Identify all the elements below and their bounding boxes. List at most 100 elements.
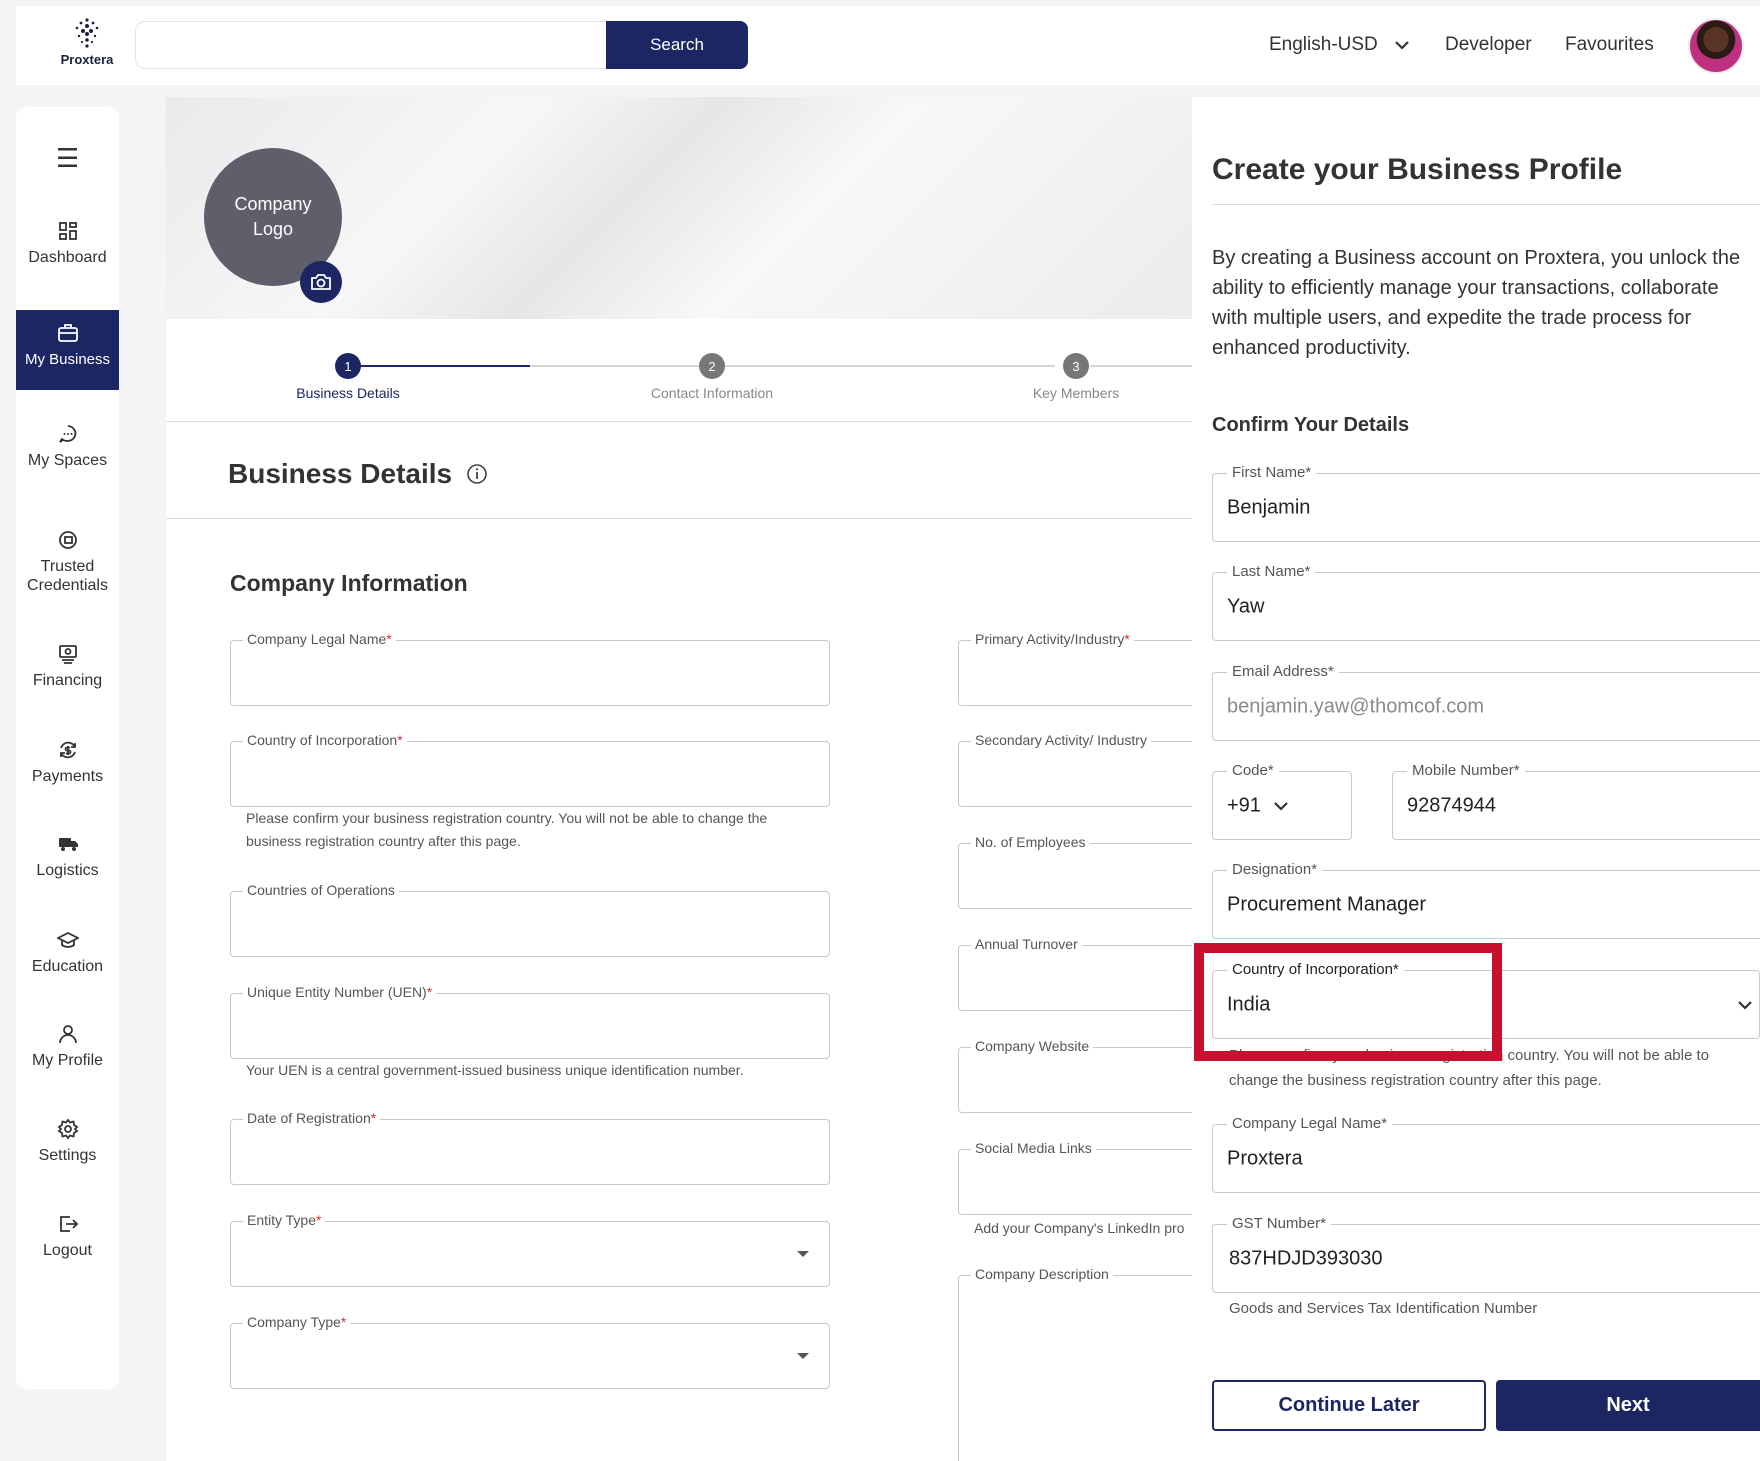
sidebar-item-label: Dashboard xyxy=(28,249,107,266)
step-3-label[interactable]: Key Members xyxy=(976,385,1176,401)
field-label: Secondary Activity/ Industry xyxy=(971,732,1151,748)
divider xyxy=(166,518,1196,519)
sidebar-item-settings[interactable]: Settings xyxy=(16,1118,119,1198)
step-2-dot[interactable]: 2 xyxy=(699,353,725,379)
sidebar-item-payments[interactable]: Payments xyxy=(16,739,119,819)
sidebar: ☰ Dashboard My Business My Spaces Truste… xyxy=(16,107,119,1389)
field-value: Benjamin xyxy=(1227,496,1311,518)
company-legal-name-field[interactable]: Company Legal Name* xyxy=(230,631,830,706)
mobile-number-field[interactable]: Mobile Number* 92874944 xyxy=(1392,762,1760,840)
section-title: Company Information xyxy=(230,570,468,596)
field-label: Last Name* xyxy=(1227,563,1316,580)
next-button[interactable]: Next xyxy=(1496,1380,1760,1431)
sidebar-item-my-business[interactable]: My Business xyxy=(16,310,119,390)
first-name-field[interactable]: First Name* Benjamin xyxy=(1212,464,1760,542)
step-1-label[interactable]: Business Details xyxy=(248,385,448,401)
uen-field[interactable]: Unique Entity Number (UEN)* xyxy=(230,984,830,1059)
chat-icon xyxy=(58,425,76,443)
field-label: Annual Turnover xyxy=(971,936,1082,952)
proxtera-logo[interactable]: Proxtera xyxy=(42,16,132,67)
field-label: Date of Registration* xyxy=(243,1110,381,1126)
annual-turnover-field[interactable]: Annual Turnover xyxy=(958,936,1218,1011)
field-label: Primary Activity/Industry* xyxy=(971,631,1134,647)
field-label: No. of Employees xyxy=(971,834,1090,850)
sidebar-item-label: My Business xyxy=(24,351,111,368)
designation-field[interactable]: Designation* Procurement Manager xyxy=(1212,861,1760,939)
payments-icon xyxy=(59,741,76,759)
field-label: Countries of Operations xyxy=(243,882,399,898)
sidebar-item-label: Logistics xyxy=(36,862,99,879)
sidebar-item-label: My Spaces xyxy=(27,452,108,469)
field-label: GST Number* xyxy=(1227,1215,1331,1232)
dropdown-arrow-icon xyxy=(797,1251,809,1257)
field-value: 837HDJD393030 xyxy=(1229,1247,1383,1269)
step-3-dot[interactable]: 3 xyxy=(1063,353,1089,379)
gst-number-field[interactable]: GST Number* 837HDJD393030 xyxy=(1212,1215,1760,1293)
continue-later-button[interactable]: Continue Later xyxy=(1212,1380,1486,1431)
proxtera-logo-icon xyxy=(75,18,99,48)
sidebar-item-label: Financing xyxy=(32,672,103,689)
sidebar-item-trusted-credentials[interactable]: Trusted Credentials xyxy=(16,529,119,619)
developer-link[interactable]: Developer xyxy=(1445,34,1532,56)
entity-type-select[interactable]: Entity Type* xyxy=(230,1212,830,1287)
sidebar-item-education[interactable]: Education xyxy=(16,929,119,1009)
field-label: Unique Entity Number (UEN)* xyxy=(243,984,437,1000)
field-label: Email Address* xyxy=(1227,663,1339,680)
gear-icon xyxy=(57,1118,78,1140)
field-label: Company Legal Name* xyxy=(243,631,396,647)
last-name-field[interactable]: Last Name* Yaw xyxy=(1212,563,1760,641)
company-type-select[interactable]: Company Type* xyxy=(230,1314,830,1389)
search-button[interactable]: Search xyxy=(606,21,748,69)
social-media-field[interactable]: Social Media Links xyxy=(958,1140,1218,1215)
graduation-cap-icon xyxy=(56,931,79,948)
step-2-label[interactable]: Contact Information xyxy=(612,385,812,401)
sidebar-item-logout[interactable]: Logout xyxy=(16,1213,119,1293)
sidebar-item-logistics[interactable]: Logistics xyxy=(16,833,119,913)
field-label: Designation* xyxy=(1227,861,1323,878)
date-of-registration-field[interactable]: Date of Registration* xyxy=(230,1110,830,1185)
field-label: Company Description xyxy=(971,1266,1113,1282)
company-website-field[interactable]: Company Website xyxy=(958,1038,1218,1113)
countries-of-operations-field[interactable]: Countries of Operations xyxy=(230,882,830,957)
country-of-incorporation-field[interactable]: Country of Incorporation* xyxy=(230,732,830,807)
sidebar-item-label: My Profile xyxy=(31,1052,104,1069)
employees-field[interactable]: No. of Employees xyxy=(958,834,1218,909)
field-value: Procurement Manager xyxy=(1227,893,1426,915)
sidebar-item-my-profile[interactable]: My Profile xyxy=(16,1023,119,1103)
sidebar-item-dashboard[interactable]: Dashboard xyxy=(16,214,119,294)
company-legal-name-field[interactable]: Company Legal Name* Proxtera xyxy=(1212,1115,1760,1193)
dashboard-icon xyxy=(58,222,77,240)
upload-logo-button[interactable] xyxy=(300,261,342,303)
panel-title: Create your Business Profile xyxy=(1212,153,1623,186)
field-label: Company Legal Name* xyxy=(1227,1115,1393,1132)
panel-description: By creating a Business account on Proxte… xyxy=(1212,247,1741,359)
user-avatar[interactable] xyxy=(1688,18,1744,74)
sidebar-item-my-spaces[interactable]: My Spaces xyxy=(16,423,119,503)
field-label: Country of Incorporation* xyxy=(243,732,407,748)
page-title: Business Details xyxy=(228,458,488,490)
divider xyxy=(1212,204,1760,205)
field-label: Code* xyxy=(1227,762,1279,779)
menu-icon[interactable]: ☰ xyxy=(16,143,119,174)
stepper-progress xyxy=(348,365,530,367)
step-1-dot[interactable]: 1 xyxy=(335,353,361,379)
field-value: Yaw xyxy=(1227,595,1265,617)
sidebar-item-label: Education xyxy=(31,958,104,975)
stepper-line xyxy=(1090,365,1196,367)
company-description-field[interactable]: Company Description xyxy=(958,1266,1218,1461)
field-label: Social Media Links xyxy=(971,1140,1096,1156)
favourites-link[interactable]: Favourites xyxy=(1565,34,1654,56)
email-field: Email Address* benjamin.yaw@thomcof.com xyxy=(1212,663,1760,741)
primary-activity-field[interactable]: Primary Activity/Industry* xyxy=(958,631,1218,706)
country-code-select[interactable]: Code* +91 xyxy=(1212,762,1352,840)
country-helper-text: Please confirm your business registratio… xyxy=(246,810,768,849)
chevron-down-icon xyxy=(1738,1000,1752,1010)
stepper-line xyxy=(725,365,1055,367)
secondary-activity-field[interactable]: Secondary Activity/ Industry xyxy=(958,732,1218,807)
chevron-down-icon xyxy=(1274,801,1288,811)
sidebar-item-label: Trusted Credentials xyxy=(27,558,108,594)
search-input[interactable] xyxy=(135,21,623,69)
language-selector[interactable]: English-USD xyxy=(1269,34,1410,56)
info-icon[interactable] xyxy=(466,463,488,485)
sidebar-item-financing[interactable]: Financing xyxy=(16,643,119,723)
